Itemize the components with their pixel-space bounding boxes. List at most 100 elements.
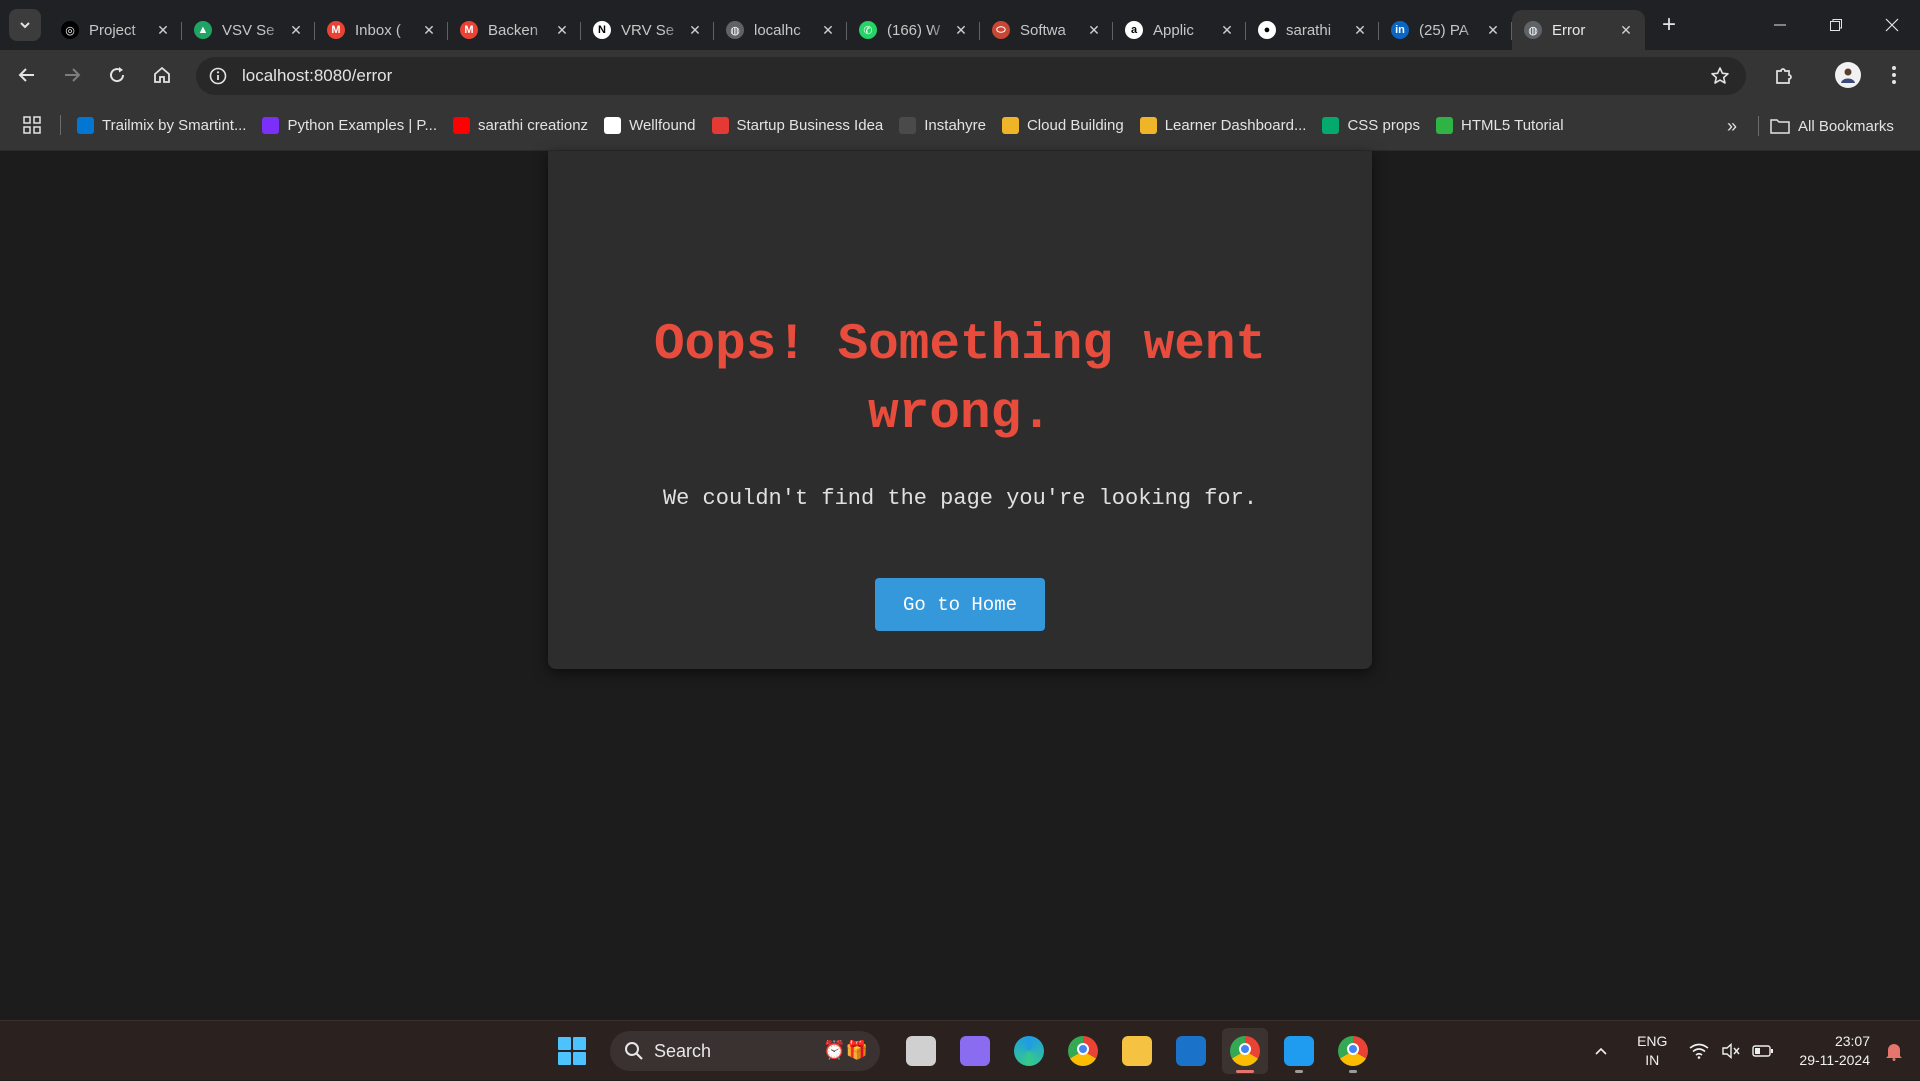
vscode-button[interactable]: [1276, 1028, 1322, 1074]
gmail-icon: M: [327, 21, 345, 39]
bookmark-item[interactable]: Startup Business Idea: [704, 109, 892, 141]
url-text[interactable]: localhost:8080/error: [242, 66, 392, 86]
close-tab-icon[interactable]: ✕: [553, 21, 571, 39]
error-title: Oops! Something went wrong.: [653, 317, 1267, 443]
tab-title: Inbox (: [355, 21, 401, 39]
file-explorer-button[interactable]: [1114, 1028, 1160, 1074]
edge-button[interactable]: [1006, 1028, 1052, 1074]
tab-search-button[interactable]: [9, 9, 41, 41]
linkedin-icon: in: [1391, 21, 1409, 39]
openai-icon: ◎: [61, 21, 79, 39]
site-info-icon[interactable]: [208, 66, 228, 86]
puzzle-icon: [1776, 68, 1792, 84]
close-tab-icon[interactable]: ✕: [819, 21, 837, 39]
tab-10[interactable]: in (25) PA ✕: [1379, 10, 1512, 50]
bookmarks-divider: [1758, 116, 1759, 136]
taskbar-center: Search ⏰🎁: [552, 1021, 1380, 1081]
chrome-button[interactable]: [1060, 1028, 1106, 1074]
tab-2[interactable]: M Inbox ( ✕: [315, 10, 448, 50]
tab-title: Project: [89, 21, 136, 39]
running-indicator: [1349, 1070, 1357, 1073]
tab-11[interactable]: ◍ Error ✕: [1512, 10, 1645, 50]
clock[interactable]: 23:07 29-11-2024: [1799, 1032, 1870, 1070]
extensions-button[interactable]: [1764, 55, 1804, 95]
outlook-button[interactable]: [1168, 1028, 1214, 1074]
new-tab-button[interactable]: +: [1653, 9, 1685, 41]
bookmark-label: Python Examples | P...: [287, 116, 437, 134]
tab-8[interactable]: a Applic ✕: [1113, 10, 1246, 50]
reload-button[interactable]: [99, 57, 135, 93]
tab-7[interactable]: ⬭ Softwa ✕: [980, 10, 1113, 50]
gmail-icon: M: [460, 21, 478, 39]
go-home-button[interactable]: Go to Home: [875, 578, 1045, 631]
profile-button[interactable]: [1828, 55, 1868, 95]
error-message: We couldn't find the page you're looking…: [662, 486, 1258, 511]
close-tab-icon[interactable]: ✕: [1085, 21, 1103, 39]
tab-title: Applic: [1153, 21, 1194, 39]
bookmark-item[interactable]: Cloud Building: [994, 109, 1132, 141]
bookmark-item[interactable]: Instahyre: [891, 109, 994, 141]
apps-button[interactable]: [12, 105, 52, 145]
windows-logo-icon: [573, 1052, 586, 1065]
bookmark-item[interactable]: HTML5 Tutorial: [1428, 109, 1572, 141]
close-window-button[interactable]: [1864, 0, 1920, 50]
tab-1[interactable]: ▲ VSV Se ✕: [182, 10, 315, 50]
close-tab-icon[interactable]: ✕: [952, 21, 970, 39]
chrome-profile-2-button[interactable]: [1330, 1028, 1376, 1074]
volume-button[interactable]: [1717, 1037, 1745, 1065]
bookmark-star-icon[interactable]: [1710, 66, 1730, 86]
close-tab-icon[interactable]: ✕: [1218, 21, 1236, 39]
network-button[interactable]: [1685, 1037, 1713, 1065]
tab-9[interactable]: ● sarathi ✕: [1246, 10, 1379, 50]
tab-5[interactable]: ◍ localhc ✕: [714, 10, 847, 50]
home-button[interactable]: [144, 57, 180, 93]
page-viewport: Oops! Something went wrong. We couldn't …: [0, 151, 1920, 1020]
close-tab-icon[interactable]: ✕: [420, 21, 438, 39]
close-tab-icon[interactable]: ✕: [287, 21, 305, 39]
package-icon: [1139, 116, 1157, 134]
tab-title: sarathi: [1286, 21, 1332, 39]
close-tab-icon[interactable]: ✕: [154, 21, 172, 39]
show-hidden-icons-button[interactable]: [1587, 1037, 1615, 1065]
chrome-center-icon: [1077, 1043, 1089, 1055]
tab-title: VSV Se: [222, 21, 275, 39]
close-tab-icon[interactable]: ✕: [1484, 21, 1502, 39]
reload-icon: [110, 67, 125, 83]
forward-button[interactable]: [54, 57, 90, 93]
tab-4[interactable]: N VRV Se ✕: [581, 10, 714, 50]
bookmark-item[interactable]: CSS props: [1314, 109, 1428, 141]
start-button[interactable]: [552, 1031, 592, 1071]
copilot-button[interactable]: [952, 1028, 998, 1074]
close-tab-icon[interactable]: ✕: [1351, 21, 1369, 39]
restore-button[interactable]: [1808, 0, 1864, 50]
all-bookmarks-button[interactable]: All Bookmarks: [1770, 110, 1894, 142]
bookmark-item[interactable]: Python Examples | P...: [254, 109, 445, 141]
address-bar[interactable]: localhost:8080/error: [196, 57, 1746, 95]
region-code: IN: [1645, 1052, 1660, 1068]
chrome-center-icon: [1347, 1043, 1359, 1055]
window-controls: [1752, 0, 1920, 50]
taskbar-search[interactable]: Search ⏰🎁: [610, 1031, 880, 1071]
bookmark-item[interactable]: sarathi creationz: [445, 109, 596, 141]
minimize-icon: [1774, 24, 1786, 26]
chrome-profile-button[interactable]: [1222, 1028, 1268, 1074]
bookmark-item[interactable]: Wellfound: [596, 109, 703, 141]
package-icon: [1001, 116, 1019, 134]
bookmark-label: Instahyre: [924, 116, 986, 134]
battery-button[interactable]: [1749, 1037, 1777, 1065]
bookmark-item[interactable]: Learner Dashboard...: [1132, 109, 1315, 141]
close-tab-icon[interactable]: ✕: [1617, 21, 1635, 39]
tab-0[interactable]: ◎ Project ✕: [49, 10, 182, 50]
more-bookmarks-button[interactable]: »: [1716, 110, 1748, 142]
back-button[interactable]: [9, 57, 45, 93]
task-view-button[interactable]: [898, 1028, 944, 1074]
bookmark-item[interactable]: Trailmix by Smartint...: [69, 109, 254, 141]
menu-button[interactable]: [1874, 55, 1914, 95]
toolbar-right: [1764, 50, 1920, 100]
language-indicator[interactable]: ENG IN: [1637, 1032, 1667, 1070]
close-tab-icon[interactable]: ✕: [686, 21, 704, 39]
tab-3[interactable]: M Backen ✕: [448, 10, 581, 50]
tab-6[interactable]: ✆ (166) W ✕: [847, 10, 980, 50]
notifications-button[interactable]: [1880, 1037, 1908, 1065]
minimize-button[interactable]: [1752, 0, 1808, 50]
